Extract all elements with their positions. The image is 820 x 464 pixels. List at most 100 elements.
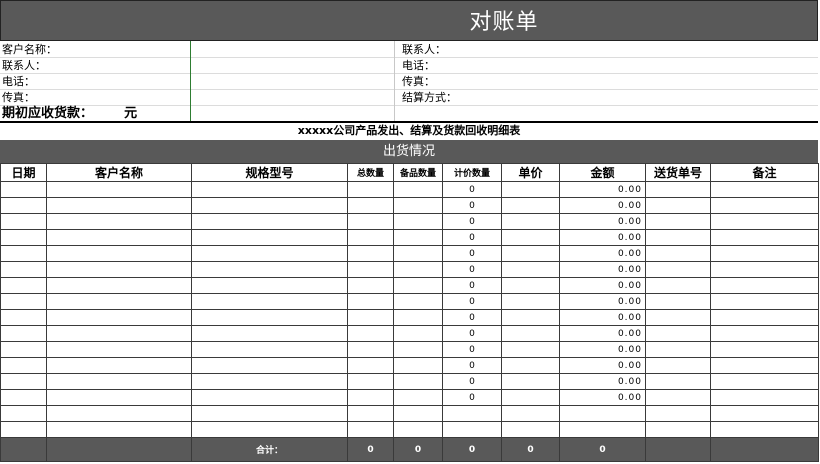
cell-spec-model[interactable] xyxy=(191,309,348,326)
cell-spare-qty[interactable] xyxy=(393,325,443,342)
cell-date[interactable] xyxy=(0,309,47,326)
cell-spare-qty[interactable] xyxy=(393,197,443,214)
cell-spare-qty[interactable] xyxy=(393,261,443,278)
cell-customer-name[interactable] xyxy=(46,405,192,422)
cell-customer-name[interactable] xyxy=(46,197,192,214)
cell-spec-model[interactable] xyxy=(191,229,348,246)
cell-unit-price[interactable] xyxy=(501,197,560,214)
cell-priced-qty[interactable]: 0 xyxy=(442,389,502,406)
cell-spare-qty[interactable] xyxy=(393,245,443,262)
cell-priced-qty[interactable] xyxy=(442,421,502,438)
cell-delivery-no[interactable] xyxy=(645,293,711,310)
cell-remarks[interactable] xyxy=(710,213,819,230)
cell-total-qty[interactable] xyxy=(347,277,394,294)
cell-total-qty[interactable] xyxy=(347,421,394,438)
cell-date[interactable] xyxy=(0,293,47,310)
cell-customer-name[interactable] xyxy=(46,341,192,358)
cell-unit-price[interactable] xyxy=(501,421,560,438)
cell-amount[interactable]: 0.00 xyxy=(559,197,646,214)
cell-delivery-no[interactable] xyxy=(645,261,711,278)
cell-spare-qty[interactable] xyxy=(393,181,443,198)
cell-remarks[interactable] xyxy=(710,357,819,374)
cell-delivery-no[interactable] xyxy=(645,421,711,438)
cell-unit-price[interactable] xyxy=(501,373,560,390)
cell-spare-qty[interactable] xyxy=(393,373,443,390)
cell-remarks[interactable] xyxy=(710,373,819,390)
cell-unit-price[interactable] xyxy=(501,357,560,374)
cell-date[interactable] xyxy=(0,373,47,390)
cell-date[interactable] xyxy=(0,421,47,438)
cell-customer-name[interactable] xyxy=(46,293,192,310)
cell-priced-qty[interactable]: 0 xyxy=(442,373,502,390)
cell-customer-name[interactable] xyxy=(46,229,192,246)
cell-date[interactable] xyxy=(0,357,47,374)
cell-delivery-no[interactable] xyxy=(645,309,711,326)
cell-total-qty[interactable] xyxy=(347,197,394,214)
cell-amount[interactable]: 0.00 xyxy=(559,389,646,406)
cell-priced-qty[interactable] xyxy=(442,405,502,422)
cell-spec-model[interactable] xyxy=(191,357,348,374)
cell-delivery-no[interactable] xyxy=(645,357,711,374)
cell-total-qty[interactable] xyxy=(347,325,394,342)
cell-unit-price[interactable] xyxy=(501,245,560,262)
cell-remarks[interactable] xyxy=(710,309,819,326)
cell-spare-qty[interactable] xyxy=(393,213,443,230)
cell-delivery-no[interactable] xyxy=(645,229,711,246)
cell-spare-qty[interactable] xyxy=(393,421,443,438)
cell-spec-model[interactable] xyxy=(191,213,348,230)
cell-date[interactable] xyxy=(0,389,47,406)
cell-date[interactable] xyxy=(0,213,47,230)
col-customer-name[interactable]: 客户名称 xyxy=(46,163,192,182)
cell-remarks[interactable] xyxy=(710,405,819,422)
cell-spare-qty[interactable] xyxy=(393,389,443,406)
cell-date[interactable] xyxy=(0,197,47,214)
cell-spec-model[interactable] xyxy=(191,421,348,438)
cell-amount[interactable]: 0.00 xyxy=(559,261,646,278)
col-date[interactable]: 日期 xyxy=(0,163,47,182)
cell-delivery-no[interactable] xyxy=(645,325,711,342)
cell-priced-qty[interactable]: 0 xyxy=(442,181,502,198)
cell-total-qty[interactable] xyxy=(347,341,394,358)
cell-spec-model[interactable] xyxy=(191,197,348,214)
cell-amount[interactable]: 0.00 xyxy=(559,277,646,294)
cell-spare-qty[interactable] xyxy=(393,277,443,294)
cell-total-qty[interactable] xyxy=(347,309,394,326)
cell-date[interactable] xyxy=(0,181,47,198)
cell-date[interactable] xyxy=(0,229,47,246)
cell-total-qty[interactable] xyxy=(347,245,394,262)
cell-priced-qty[interactable]: 0 xyxy=(442,213,502,230)
cell-date[interactable] xyxy=(0,245,47,262)
col-spare-qty[interactable]: 备品数量 xyxy=(393,163,443,182)
cell-spare-qty[interactable] xyxy=(393,229,443,246)
cell-remarks[interactable] xyxy=(710,341,819,358)
cell-priced-qty[interactable]: 0 xyxy=(442,229,502,246)
cell-amount[interactable] xyxy=(559,405,646,422)
col-spec-model[interactable]: 规格型号 xyxy=(191,163,348,182)
cell-amount[interactable] xyxy=(559,421,646,438)
cell-unit-price[interactable] xyxy=(501,293,560,310)
cell-remarks[interactable] xyxy=(710,245,819,262)
cell-spec-model[interactable] xyxy=(191,405,348,422)
cell-spare-qty[interactable] xyxy=(393,357,443,374)
cell-spec-model[interactable] xyxy=(191,373,348,390)
cell-priced-qty[interactable]: 0 xyxy=(442,277,502,294)
cell-delivery-no[interactable] xyxy=(645,389,711,406)
cell-customer-name[interactable] xyxy=(46,181,192,198)
cell-remarks[interactable] xyxy=(710,277,819,294)
cell-amount[interactable]: 0.00 xyxy=(559,373,646,390)
cell-customer-name[interactable] xyxy=(46,357,192,374)
cell-remarks[interactable] xyxy=(710,325,819,342)
cell-unit-price[interactable] xyxy=(501,261,560,278)
col-total-qty[interactable]: 总数量 xyxy=(347,163,394,182)
cell-spec-model[interactable] xyxy=(191,293,348,310)
cell-amount[interactable]: 0.00 xyxy=(559,293,646,310)
cell-total-qty[interactable] xyxy=(347,357,394,374)
cell-total-qty[interactable] xyxy=(347,373,394,390)
cell-priced-qty[interactable]: 0 xyxy=(442,325,502,342)
cell-amount[interactable]: 0.00 xyxy=(559,309,646,326)
cell-unit-price[interactable] xyxy=(501,405,560,422)
cell-delivery-no[interactable] xyxy=(645,181,711,198)
cell-unit-price[interactable] xyxy=(501,341,560,358)
cell-customer-name[interactable] xyxy=(46,213,192,230)
cell-delivery-no[interactable] xyxy=(645,245,711,262)
